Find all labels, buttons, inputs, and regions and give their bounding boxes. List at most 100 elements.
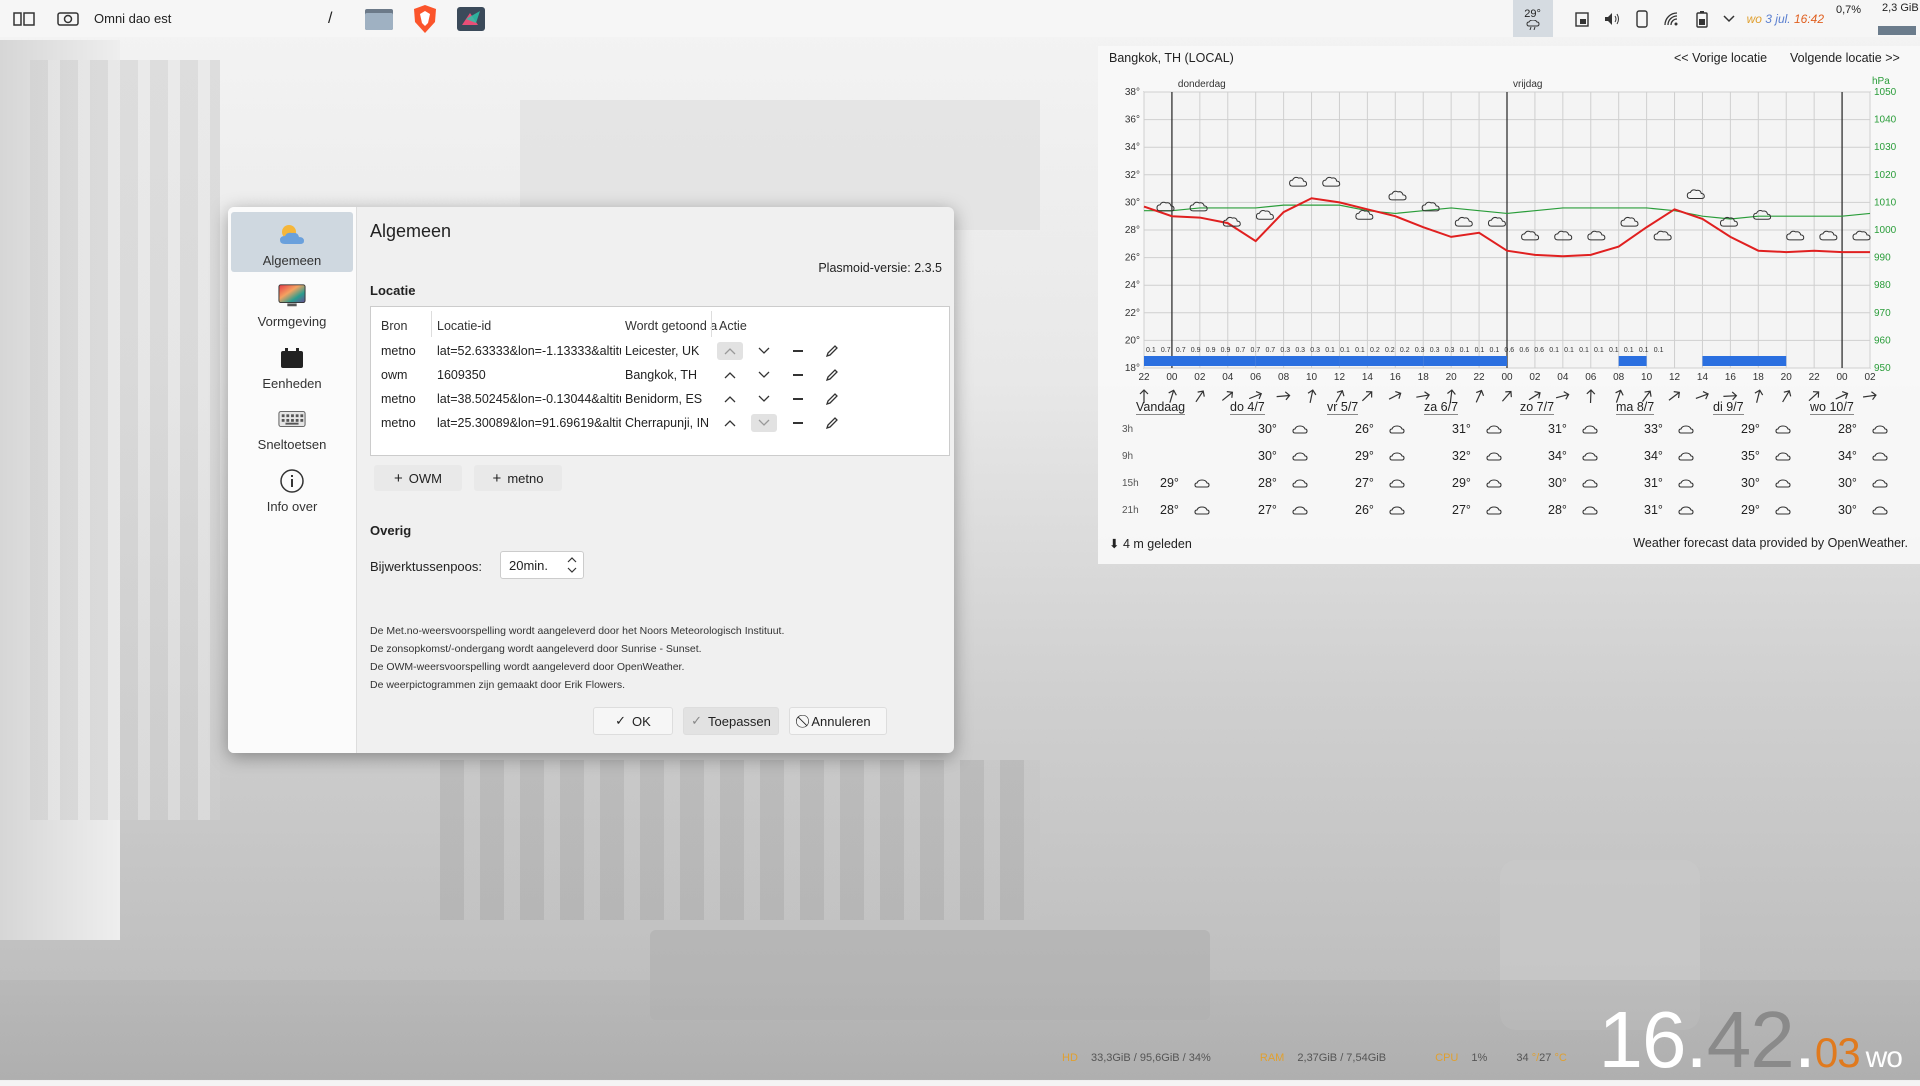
precipitation-label: 0.1	[1355, 347, 1365, 354]
pressure-tick-label: 1010	[1874, 197, 1897, 208]
wind-direction-icon	[1276, 391, 1291, 401]
precipitation-label: 0.9	[1191, 347, 1201, 354]
forecast-cloud-icon	[1775, 452, 1791, 461]
row-location-id: 1609350	[437, 368, 486, 382]
forecast-temperature: 35°	[1741, 449, 1760, 463]
screenshot-icon[interactable]	[48, 0, 88, 37]
interval-spinbox[interactable]: 20min.	[500, 551, 584, 579]
precipitation-label: 0.7	[1236, 347, 1246, 354]
header-locatie-id[interactable]: Locatie-id	[437, 319, 491, 333]
pencil-icon	[825, 417, 838, 430]
precipitation-bar	[1618, 356, 1647, 366]
column-divider	[431, 311, 432, 337]
header-getoond[interactable]: Wordt getoond a	[625, 319, 717, 333]
table-row[interactable]: owm 1609350 Bangkok, TH	[371, 364, 949, 388]
row-location-id: lat=52.63333&lon=-1.13333&altitu...	[437, 344, 621, 358]
forecast-cloud-icon	[1292, 452, 1308, 461]
move-up-button[interactable]	[717, 390, 743, 408]
header-bron[interactable]: Bron	[381, 319, 407, 333]
temp-value-b: 27	[1539, 1052, 1552, 1064]
panel-clock[interactable]: wo 3 jul. 16:42	[1747, 12, 1824, 26]
phone-icon[interactable]	[1627, 0, 1657, 37]
hour-tick-label: 20	[1781, 372, 1793, 383]
remove-button[interactable]	[785, 342, 811, 360]
sidebar-item-eenheden[interactable]: Eenheden	[231, 335, 353, 395]
forecast-cloud-icon	[1872, 479, 1888, 488]
row-location-id: lat=25.30089&lon=91.69619&altit...	[437, 416, 621, 430]
settings-dialog: Algemeen Vormgeving Eenheden Sneltoetsen…	[228, 207, 954, 753]
cancel-button[interactable]: ⃠ Annuleren	[789, 707, 887, 735]
move-up-button[interactable]	[717, 414, 743, 432]
sidebar-item-algemeen[interactable]: Algemeen	[231, 212, 353, 272]
precipitation-label: 0.1	[1594, 347, 1604, 354]
edit-button[interactable]	[819, 342, 845, 360]
forecast-cloud-icon	[1582, 479, 1598, 488]
forecast-temperature: 31°	[1644, 503, 1663, 517]
hour-tick-label: 22	[1474, 372, 1486, 383]
window-switcher-icon[interactable]	[0, 0, 48, 37]
sidebar-item-info[interactable]: Info over	[231, 458, 353, 518]
date-day: 3 jul.	[1765, 11, 1791, 26]
move-down-button[interactable]	[751, 342, 777, 360]
wind-direction-icon	[1307, 389, 1317, 403]
precipitation-label: 0.1	[1340, 347, 1350, 354]
row-display-name: Leicester, UK	[625, 344, 700, 358]
panel-time: 16:42	[1793, 11, 1824, 26]
move-down-button[interactable]	[751, 414, 777, 432]
y-tick-label: 28°	[1125, 225, 1140, 236]
sidebar-item-vormgeving[interactable]: Vormgeving	[231, 273, 353, 333]
table-row[interactable]: metno lat=25.30089&lon=91.69619&altit...…	[371, 412, 949, 436]
date-weekday: wo	[1746, 11, 1762, 26]
forecast-temperature: 27°	[1452, 503, 1471, 517]
clipboard-icon[interactable]	[1567, 0, 1597, 37]
weather-tray-button[interactable]: 29°	[1512, 0, 1553, 37]
header-actie[interactable]: Actie	[719, 319, 747, 333]
hour-tick-label: 12	[1669, 372, 1681, 383]
sidebar-item-sneltoetsen[interactable]: Sneltoetsen	[231, 396, 353, 456]
pressure-tick-label: 980	[1874, 280, 1891, 291]
volume-icon[interactable]	[1597, 0, 1627, 37]
forecast-temperature: 29°	[1160, 476, 1179, 490]
precipitation-label: 0.2	[1370, 347, 1380, 354]
move-up-button[interactable]	[717, 366, 743, 384]
add-metno-button[interactable]: + metno	[474, 465, 562, 491]
edit-button[interactable]	[819, 366, 845, 384]
row-location-id: lat=38.50245&lon=-0.13044&altitu...	[437, 392, 621, 406]
wind-direction-icon	[1668, 391, 1681, 401]
move-down-button[interactable]	[751, 366, 777, 384]
table-row[interactable]: metno lat=38.50245&lon=-0.13044&altitu..…	[371, 388, 949, 412]
move-up-button[interactable]	[717, 342, 743, 360]
hour-tick-label: 00	[1501, 372, 1513, 383]
remove-button[interactable]	[785, 390, 811, 408]
ok-button[interactable]: ✓ OK	[593, 707, 673, 735]
precipitation-label: 0.9	[1206, 347, 1216, 354]
remove-button[interactable]	[785, 366, 811, 384]
ok-label: OK	[632, 713, 651, 729]
move-down-button[interactable]	[751, 390, 777, 408]
cpu-monitor[interactable]: 0,7%	[1836, 0, 1876, 37]
apply-button[interactable]: ✓ Toepassen	[683, 707, 779, 735]
spin-arrows-icon[interactable]	[567, 556, 577, 574]
brave-browser-icon[interactable]	[402, 0, 448, 37]
kdevelop-icon[interactable]	[448, 0, 494, 37]
edit-button[interactable]	[819, 414, 845, 432]
clock-dot: .	[1685, 995, 1707, 1084]
tray-expand-chevron-icon[interactable]	[1717, 0, 1741, 37]
network-icon[interactable]	[1657, 0, 1687, 37]
add-owm-button[interactable]: + OWM	[374, 465, 462, 491]
memory-monitor[interactable]: 2,3 GiB	[1876, 0, 1920, 37]
edit-button[interactable]	[819, 390, 845, 408]
pencil-icon	[825, 369, 838, 382]
hour-tick-label: 02	[1529, 372, 1541, 383]
desktop-clock: 16.42.03 wo	[1598, 994, 1903, 1086]
plus-icon: +	[394, 469, 403, 487]
battery-icon[interactable]	[1687, 0, 1717, 37]
forecast-temperature: 28°	[1160, 503, 1179, 517]
precipitation-label: 0.6	[1504, 347, 1514, 354]
table-row[interactable]: metno lat=52.63333&lon=-1.13333&altitu..…	[371, 340, 949, 364]
file-manager-icon[interactable]	[356, 0, 402, 37]
hour-tick-label: 08	[1278, 372, 1290, 383]
chevron-down-icon	[758, 371, 770, 378]
remove-button[interactable]	[785, 414, 811, 432]
hour-tick-label: 14	[1697, 372, 1709, 383]
